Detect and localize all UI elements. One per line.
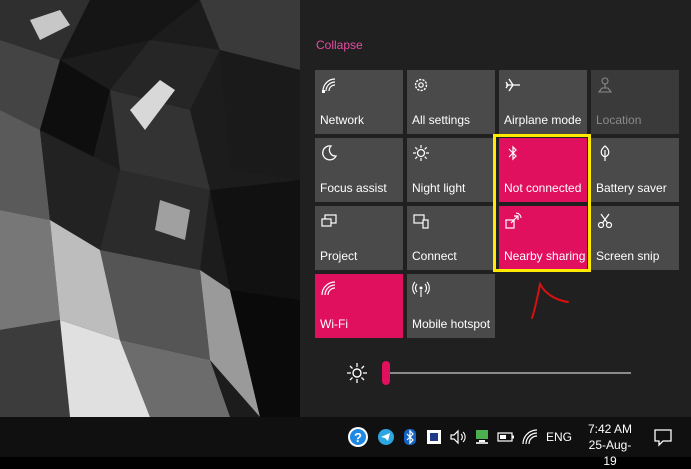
location-icon — [597, 77, 613, 93]
tile-label: All settings — [412, 113, 471, 127]
desktop-wallpaper — [0, 0, 300, 417]
action-center-panel: Collapse Network All settings Airplane m… — [300, 0, 691, 417]
tile-label: Network — [320, 113, 365, 127]
project-icon — [321, 214, 337, 227]
notification-icon[interactable] — [652, 426, 674, 448]
wifi-icon — [321, 281, 336, 296]
taskbar: ? ENG 7:42 AM 25-Aug-19 — [0, 417, 691, 468]
hotspot-icon — [412, 281, 430, 297]
tile-nearby-sharing[interactable]: Nearby sharing — [499, 206, 587, 270]
battery-icon[interactable] — [496, 427, 516, 447]
network-icon[interactable] — [472, 427, 492, 447]
tile-wifi[interactable]: Wi-Fi — [315, 274, 403, 338]
tile-label: Night light — [412, 181, 466, 195]
telegram-icon[interactable] — [376, 427, 396, 447]
clock-date: 25-Aug-19 — [588, 438, 632, 468]
airplane-icon — [505, 78, 520, 92]
tile-mobile-hotspot[interactable]: Mobile hotspot — [407, 274, 495, 338]
tile-label: Wi-Fi — [320, 317, 348, 331]
tile-battery-saver[interactable]: Battery saver — [591, 138, 679, 202]
svg-text:?: ? — [354, 430, 362, 445]
tile-connect[interactable]: Connect — [407, 206, 495, 270]
help-icon[interactable]: ? — [346, 425, 370, 449]
wifi-icon[interactable] — [520, 427, 540, 447]
tile-focus-assist[interactable]: Focus assist — [315, 138, 403, 202]
tile-label: Focus assist — [320, 181, 387, 195]
tile-label: Screen snip — [596, 249, 660, 263]
tile-label: Connect — [412, 249, 457, 263]
tile-label: Battery saver — [596, 181, 667, 195]
brightness-control — [300, 356, 691, 390]
tile-label: Project — [320, 249, 358, 263]
volume-icon[interactable] — [448, 427, 468, 447]
language-indicator[interactable]: ENG — [546, 430, 572, 444]
sun-icon — [413, 145, 429, 161]
tile-bluetooth[interactable]: Not connected — [499, 138, 587, 202]
brightness-icon — [347, 363, 367, 383]
tile-label: Not connected — [504, 181, 582, 195]
share-icon — [505, 212, 522, 229]
tile-label: Mobile hotspot — [412, 317, 491, 331]
gear-icon — [414, 78, 428, 92]
clock[interactable]: 7:42 AM 25-Aug-19 — [582, 421, 638, 469]
connect-icon — [413, 214, 429, 229]
tile-label: Airplane mode — [504, 113, 582, 127]
network-icon — [322, 78, 336, 93]
tile-label: Location — [596, 113, 642, 127]
brightness-slider-thumb[interactable] — [382, 361, 390, 385]
collapse-link[interactable]: Collapse — [316, 38, 363, 52]
leaf-icon — [600, 145, 610, 161]
tile-all-settings[interactable]: All settings — [407, 70, 495, 134]
tile-screen-snip[interactable]: Screen snip — [591, 206, 679, 270]
brightness-slider-track[interactable] — [388, 372, 631, 374]
bluetooth-icon — [508, 145, 517, 161]
clock-time: 7:42 AM — [587, 422, 633, 436]
moon-icon — [322, 145, 338, 161]
tile-network[interactable]: Network — [315, 70, 403, 134]
app-icon[interactable] — [424, 427, 444, 447]
tile-airplane-mode[interactable]: Airplane mode — [499, 70, 587, 134]
tile-location[interactable]: Location — [591, 70, 679, 134]
tile-night-light[interactable]: Night light — [407, 138, 495, 202]
bluetooth-icon[interactable] — [400, 427, 420, 447]
scissors-icon — [597, 213, 613, 229]
red-arrow-annotation — [531, 282, 569, 319]
tile-project[interactable]: Project — [315, 206, 403, 270]
tile-label: Nearby sharing — [504, 249, 586, 263]
